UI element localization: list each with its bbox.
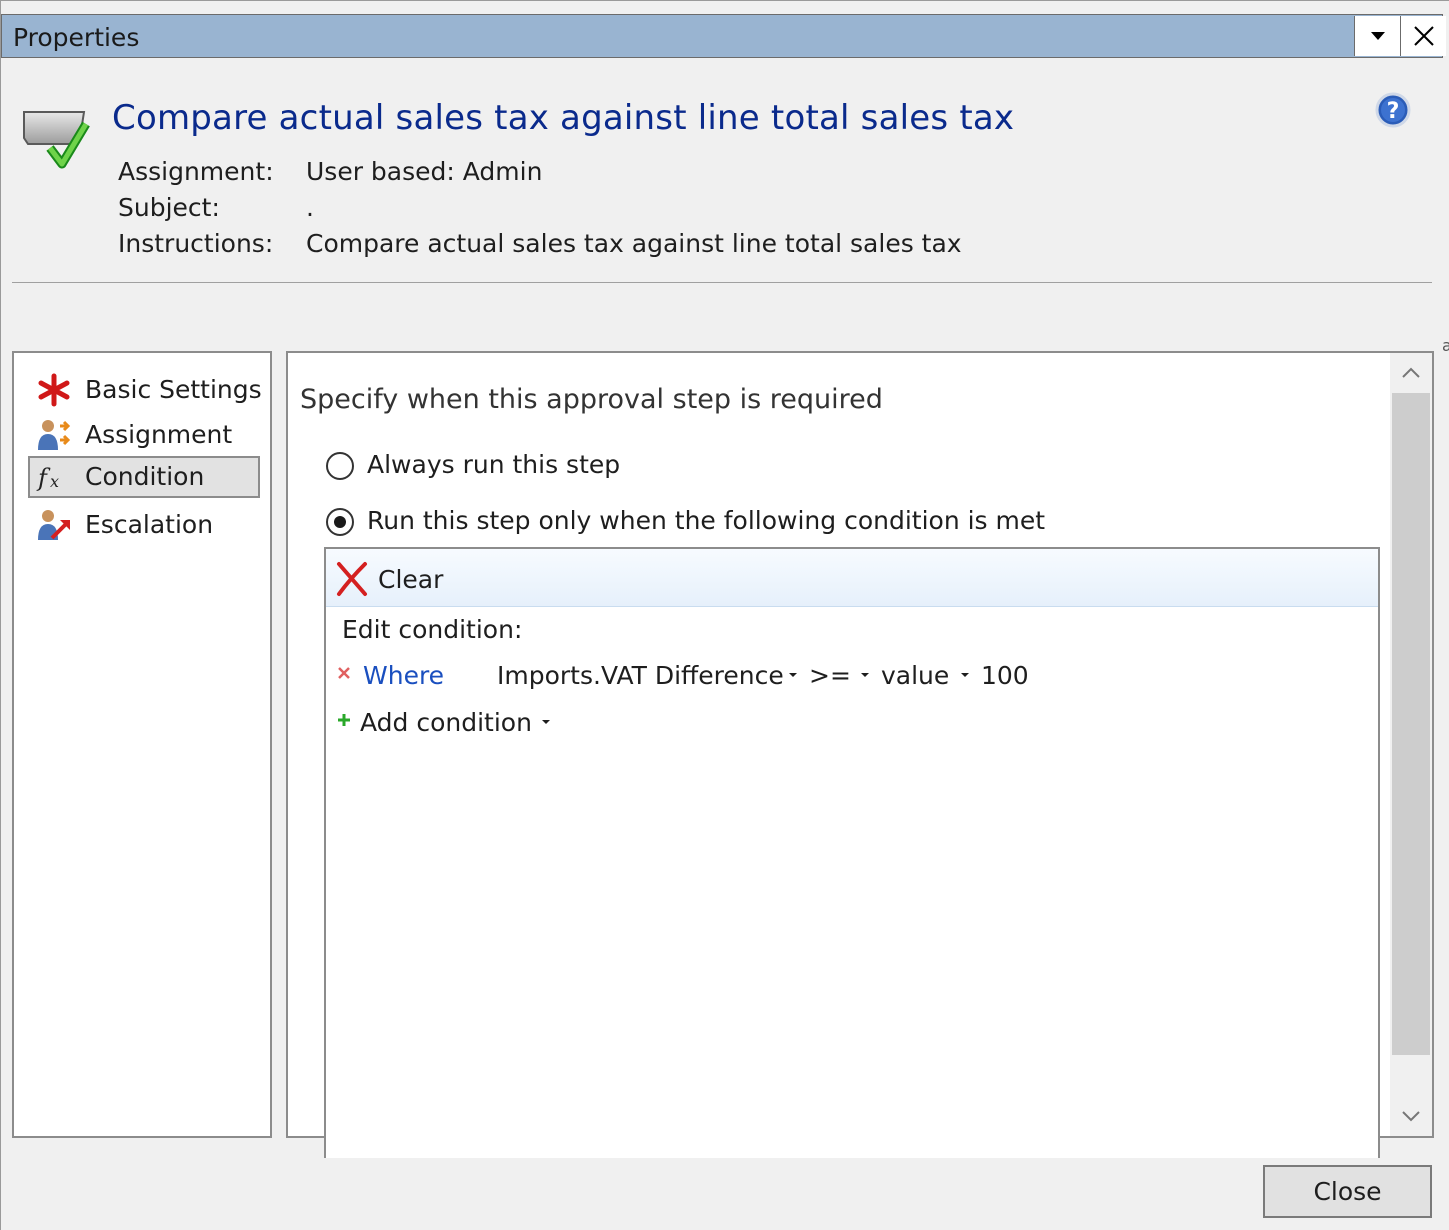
dropdown-arrow-icon[interactable] <box>542 720 550 724</box>
assignment-value: User based: Admin <box>306 157 543 186</box>
dropdown-arrow-icon[interactable] <box>861 673 869 677</box>
edit-condition-label: Edit condition: <box>342 615 523 644</box>
asterisk-icon <box>38 373 70 407</box>
vertical-scrollbar[interactable] <box>1390 353 1432 1136</box>
dropdown-arrow-icon[interactable] <box>789 673 797 677</box>
approval-step-icon <box>23 111 90 169</box>
user-assign-icon <box>38 420 71 450</box>
condition-operator-select[interactable]: >= <box>809 661 851 690</box>
clear-label: Clear <box>378 565 444 594</box>
conditional-run-radio[interactable] <box>326 508 354 536</box>
settings-nav: Basic Settings Assignment f x Condition … <box>12 351 272 1138</box>
subject-label: Subject: <box>118 193 220 222</box>
assignment-label: Assignment: <box>118 157 274 186</box>
help-icon[interactable]: ? <box>1375 92 1411 128</box>
function-icon: f x <box>36 464 59 492</box>
condition-value-type-select[interactable]: value <box>881 661 949 690</box>
user-escalate-icon <box>38 510 70 540</box>
scroll-thumb[interactable] <box>1392 393 1430 1055</box>
panel-heading: Specify when this approval step is requi… <box>300 384 883 415</box>
close-icon <box>1414 26 1434 46</box>
condition-toolbar: Clear <box>326 549 1378 607</box>
chevron-down-icon <box>1402 1111 1420 1122</box>
nav-item-assignment[interactable]: Assignment <box>28 414 260 456</box>
condition-value-field[interactable]: 100 <box>981 661 1029 690</box>
add-condition-label[interactable]: Add condition <box>360 708 532 737</box>
delete-condition-icon[interactable] <box>336 665 352 681</box>
condition-row: Where Imports.VAT Difference >= value 10… <box>336 659 1336 695</box>
nav-item-label: Condition <box>85 462 205 491</box>
svg-text:?: ? <box>1387 99 1400 124</box>
window-close-button[interactable] <box>1400 16 1446 56</box>
always-run-label[interactable]: Always run this step <box>367 450 620 479</box>
instructions-label: Instructions: <box>118 229 274 258</box>
nav-item-label: Assignment <box>85 420 233 449</box>
nav-item-label: Basic Settings <box>85 375 262 404</box>
nav-item-condition[interactable]: f x Condition <box>28 456 260 498</box>
title-bar[interactable]: Properties <box>1 14 1446 58</box>
scroll-down-button[interactable] <box>1390 1096 1432 1136</box>
clear-button[interactable]: Clear <box>334 559 454 599</box>
subject-value: . <box>306 193 314 222</box>
edge-mark: a <box>1442 336 1449 355</box>
close-button[interactable]: Close <box>1263 1165 1432 1218</box>
clear-x-icon <box>337 562 367 596</box>
condition-field-select[interactable]: Imports.VAT Difference <box>497 661 784 690</box>
where-link[interactable]: Where <box>363 661 444 690</box>
step-title: Compare actual sales tax against line to… <box>112 98 1015 138</box>
nav-item-label: Escalation <box>85 510 214 539</box>
chevron-up-icon <box>1402 367 1420 378</box>
conditional-run-label[interactable]: Run this step only when the following co… <box>367 506 1045 535</box>
dropdown-arrow-icon[interactable] <box>961 673 969 677</box>
window-title: Properties <box>13 23 140 52</box>
window-menu-button[interactable] <box>1354 16 1400 56</box>
add-condition-button[interactable]: Add condition <box>336 706 636 742</box>
condition-editor: Clear Edit condition: Where Imports.VAT … <box>324 547 1380 1158</box>
chevron-down-icon <box>1371 32 1385 40</box>
header-divider <box>12 282 1432 283</box>
svg-text:f: f <box>36 464 51 492</box>
nav-item-basic-settings[interactable]: Basic Settings <box>28 369 262 411</box>
svg-text:x: x <box>50 472 59 491</box>
instructions-value: Compare actual sales tax against line to… <box>306 229 962 258</box>
scroll-up-button[interactable] <box>1390 353 1432 393</box>
nav-item-escalation[interactable]: Escalation <box>28 504 260 546</box>
plus-icon <box>338 714 350 726</box>
always-run-radio[interactable] <box>326 452 354 480</box>
